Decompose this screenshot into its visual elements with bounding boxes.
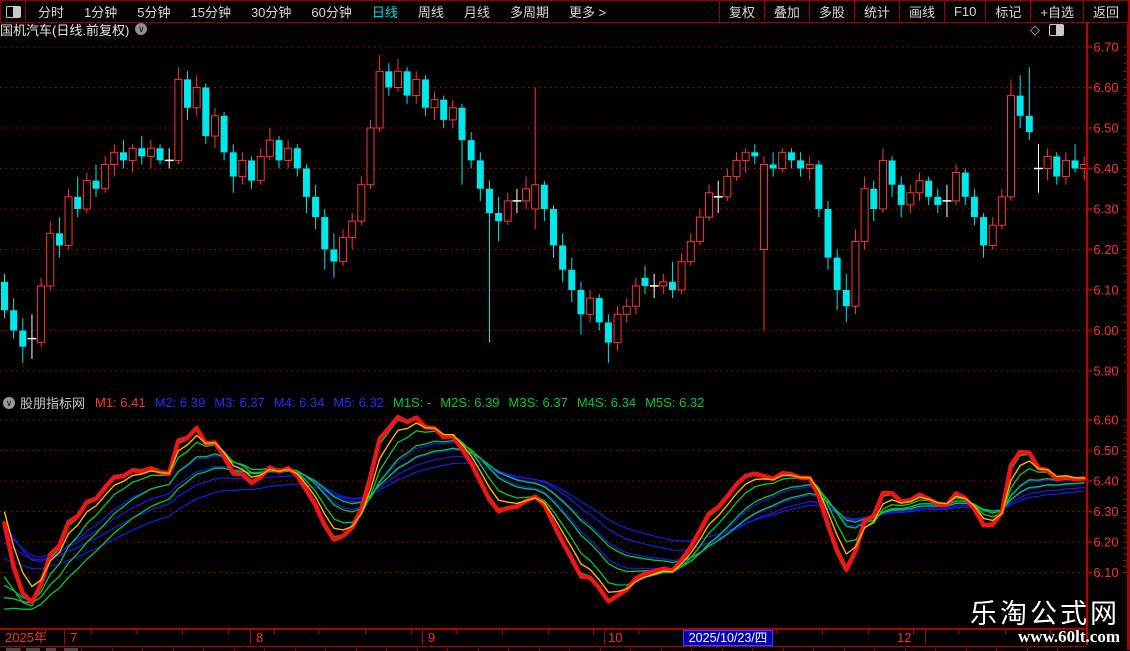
indicator-value-1: M2: 6.39: [154, 395, 206, 410]
week-tick: [91, 630, 92, 634]
period-tab-6[interactable]: 日线: [362, 2, 408, 21]
action-button-8[interactable]: 返回: [1082, 1, 1128, 22]
titlebar-right-icons: ◇: [1030, 23, 1080, 36]
week-tick: [593, 630, 594, 634]
week-tick: [182, 630, 183, 634]
action-button-4[interactable]: 画线: [898, 1, 944, 22]
indicator-value-3: M4: 6.34: [273, 395, 325, 410]
week-tick: [45, 630, 46, 634]
chevron-down-circle-icon[interactable]: ∨: [3, 396, 15, 409]
week-tick: [1005, 630, 1006, 634]
week-tick: [548, 630, 549, 634]
svg-text:6.40: 6.40: [1093, 474, 1118, 489]
action-button-5[interactable]: F10: [943, 1, 985, 22]
period-tab-9[interactable]: 多周期: [500, 2, 559, 21]
date-label-0: 2025年: [5, 630, 47, 645]
week-tick: [913, 630, 914, 634]
period-tab-1[interactable]: 1分钟: [74, 2, 127, 21]
svg-text:6.10: 6.10: [1093, 565, 1118, 580]
period-tab-2[interactable]: 5分钟: [127, 2, 180, 21]
date-label-4: 10: [608, 630, 623, 645]
indicator-value-8: M4S: 6.34: [576, 395, 637, 410]
svg-text:5.90: 5.90: [1093, 364, 1118, 379]
indicator-header: ∨ 股朋指标网 M1: 6.41 M2: 6.39 M3: 6.37 M4: 6.34…: [0, 394, 1085, 411]
period-tab-8[interactable]: 月线: [454, 2, 500, 21]
indicator-value-6: M2S: 6.39: [440, 395, 500, 410]
cursor-date-box: 2025/10/23/四: [683, 630, 773, 646]
indicator-value-5: M1S: -: [392, 395, 432, 410]
svg-text:6.20: 6.20: [1093, 242, 1118, 257]
period-tab-3[interactable]: 15分钟: [180, 2, 240, 21]
svg-text:6.60: 6.60: [1093, 413, 1118, 428]
indicator-value-7: M3S: 6.37: [508, 395, 568, 410]
action-button-7[interactable]: +自选: [1030, 1, 1083, 22]
window-split-icon: [5, 5, 21, 18]
week-tick: [319, 630, 320, 634]
date-label-1: 7: [70, 630, 78, 645]
week-tick: [136, 630, 137, 634]
svg-text:6.30: 6.30: [1093, 202, 1118, 217]
bottom-partial-row: [0, 646, 1086, 651]
main-candlestick-chart[interactable]: 5.90 6.00 6.10 6.20 6.30 6.40 6.50 6.60 6.70: [0, 36, 1130, 394]
date-separator: [64, 630, 65, 645]
period-tab-7[interactable]: 周线: [408, 2, 454, 21]
week-tick: [822, 630, 823, 634]
action-button-6[interactable]: 标记: [985, 1, 1030, 22]
week-tick: [1050, 630, 1051, 634]
title-bar: 国机汽车(日线.前复权) ∨: [0, 22, 1086, 38]
action-button-1[interactable]: 叠加: [763, 1, 809, 22]
indicator-line-chart[interactable]: 6.10 6.20 6.30 6.40 6.50 6.60: [0, 412, 1130, 628]
svg-text:6.30: 6.30: [1093, 504, 1118, 519]
layout-toggle-button[interactable]: [1, 1, 26, 22]
svg-text:6.50: 6.50: [1093, 443, 1118, 458]
indicator-values: M1: 6.41 M2: 6.39 M3: 6.37 M4: 6.34 M5: 6.32…: [95, 395, 713, 410]
period-tabs: 分时 1分钟 5分钟 15分钟 30分钟 60分钟 日线 周线 月线 多周期 更多 >: [26, 1, 616, 22]
top-toolbar: 分时 1分钟 5分钟 15分钟 30分钟 60分钟 日线 周线 月线 多周期 更多 > 复权 叠加 多股…: [0, 0, 1128, 23]
date-separator: [250, 630, 251, 645]
chevron-down-icon[interactable]: ∨: [135, 23, 148, 35]
indicator-value-4: M5: 6.32: [333, 395, 384, 410]
week-tick: [639, 630, 640, 634]
period-tab-4[interactable]: 30分钟: [241, 2, 301, 21]
week-tick: [959, 630, 960, 634]
window-icon[interactable]: [1049, 23, 1064, 36]
week-tick: [868, 630, 869, 634]
price-axis-border: [1086, 22, 1088, 645]
date-separator: [604, 630, 605, 645]
indicator-value-2: M3: 6.37: [214, 395, 265, 410]
indicator-value-0: M1: 6.41: [95, 395, 146, 410]
week-tick: [228, 630, 229, 634]
date-label-3: 9: [428, 630, 436, 645]
week-tick: [411, 630, 412, 634]
week-tick: [274, 630, 275, 634]
diamond-icon[interactable]: ◇: [1030, 23, 1040, 36]
period-tab-10[interactable]: 更多 >: [559, 2, 616, 21]
date-separator: [422, 630, 423, 645]
action-button-3[interactable]: 统计: [853, 1, 899, 22]
period-tab-5[interactable]: 60分钟: [301, 2, 361, 21]
svg-text:6.50: 6.50: [1093, 121, 1118, 136]
period-tab-0[interactable]: 分时: [28, 2, 74, 21]
date-separator: [925, 630, 926, 645]
svg-text:6.60: 6.60: [1093, 80, 1118, 95]
week-tick: [502, 630, 503, 634]
action-button-2[interactable]: 多股: [808, 1, 854, 22]
date-label-2: 8: [256, 630, 264, 645]
date-axis[interactable]: 2025年 7 8 9 10 12 2025/10/23/四: [0, 628, 1086, 647]
indicator-name: 股朋指标网: [20, 396, 86, 411]
svg-text:6.10: 6.10: [1093, 283, 1118, 298]
week-tick: [456, 630, 457, 634]
svg-text:6.70: 6.70: [1093, 40, 1118, 55]
date-label-5: 12: [897, 630, 912, 645]
svg-text:6.20: 6.20: [1093, 535, 1118, 550]
week-tick: [776, 630, 777, 634]
toolbar-actions: 复权 叠加 多股 统计 画线 F10 标记 +自选 返回: [718, 1, 1128, 22]
svg-text:6.00: 6.00: [1093, 323, 1118, 338]
week-tick: [365, 630, 366, 634]
svg-text:6.40: 6.40: [1093, 161, 1118, 176]
indicator-value-9: M5S: 6.32: [645, 395, 705, 410]
action-button-0[interactable]: 复权: [718, 1, 764, 22]
